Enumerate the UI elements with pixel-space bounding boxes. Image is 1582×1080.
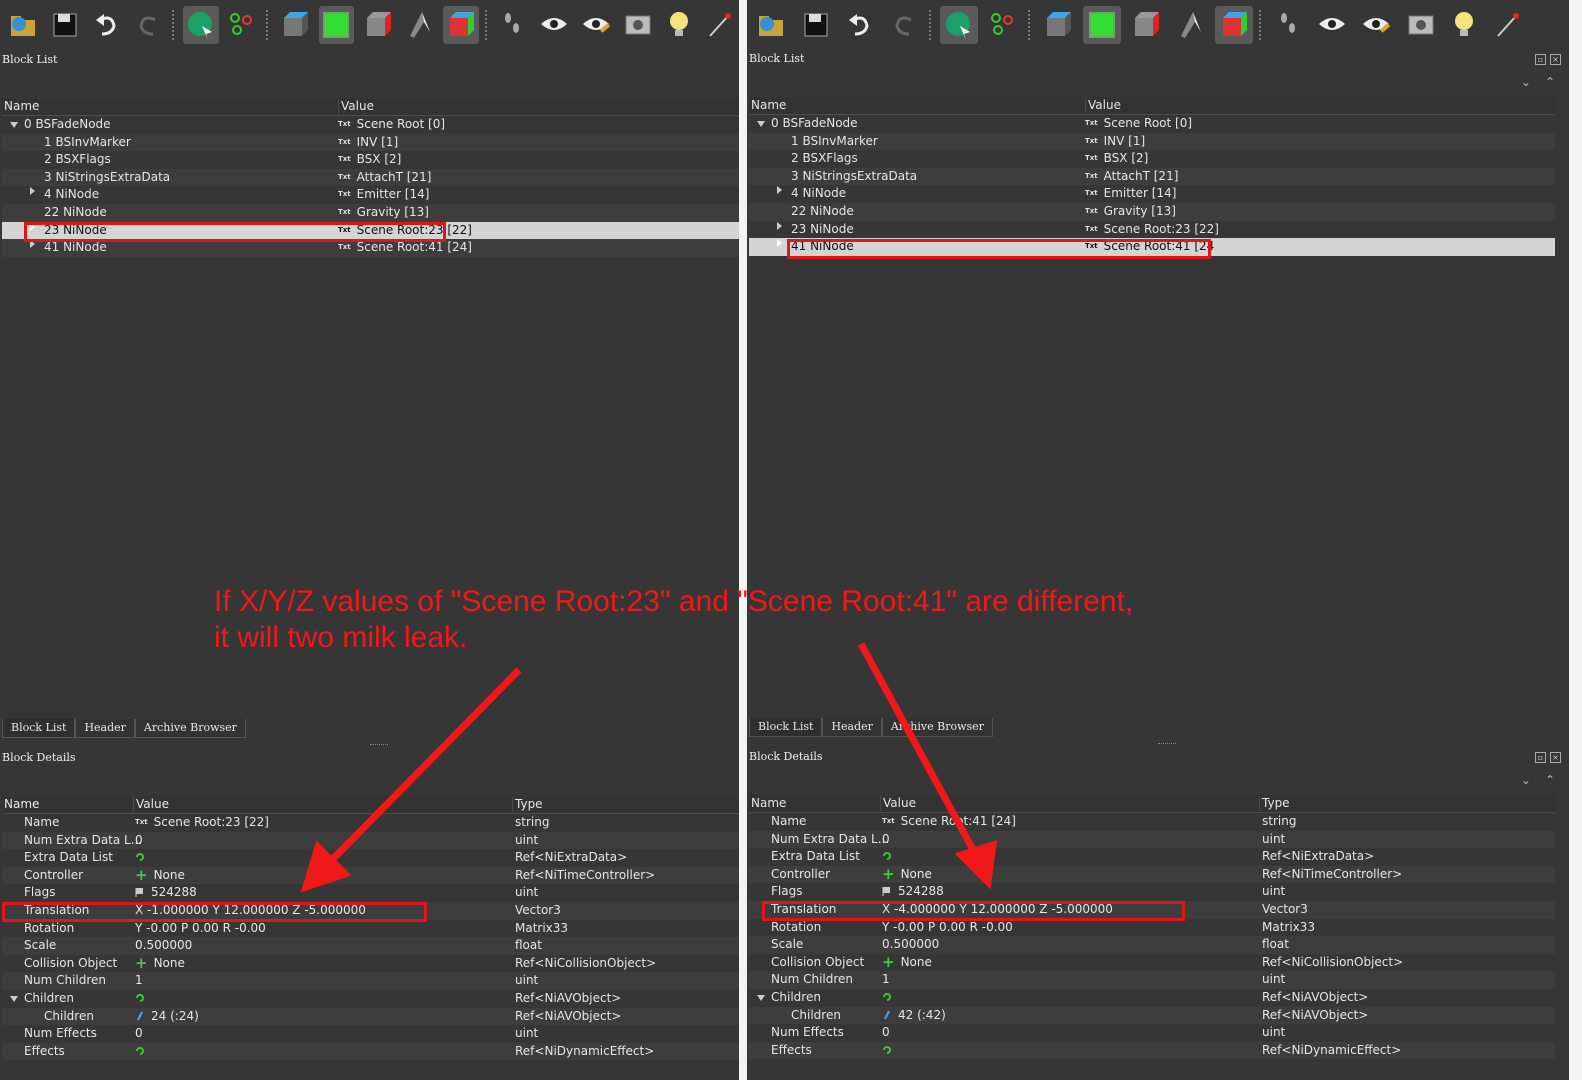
arrow-left-line (327, 667, 522, 865)
arrow-right-head (954, 840, 998, 890)
annotation-arrows (300, 642, 998, 893)
arrow-right-line (857, 642, 980, 857)
